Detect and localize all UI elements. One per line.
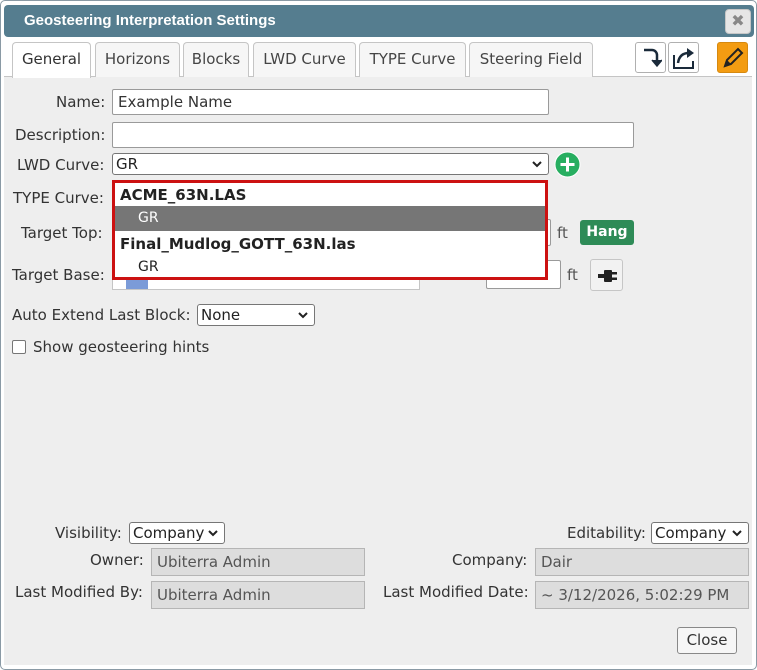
horizon-color-swatch [126, 280, 148, 289]
settings-dialog: Geosteering Interpretation Settings ✖ Ge… [0, 0, 757, 670]
company-label: Company: [452, 551, 528, 569]
auto-extend-value: None [201, 306, 241, 324]
description-label: Description: [15, 126, 106, 144]
chevron-down-icon [208, 530, 218, 537]
editability-select[interactable]: Company [651, 522, 749, 544]
type-curve-label: TYPE Curve: [13, 189, 104, 207]
visibility-value: Company [133, 524, 205, 542]
lwd-curve-label: LWD Curve: [17, 156, 105, 174]
dropdown-option[interactable]: GR [115, 255, 545, 280]
target-base-unit: ft [567, 266, 578, 284]
dialog-titlebar[interactable]: Geosteering Interpretation Settings ✖ [4, 5, 754, 37]
target-top-unit: ft [557, 224, 568, 242]
share-export-icon [673, 48, 694, 69]
auto-extend-label: Auto Extend Last Block: [12, 306, 191, 324]
tab-horizons[interactable]: Horizons [95, 42, 180, 77]
editability-value: Company [655, 524, 727, 542]
name-label: Name: [56, 93, 106, 111]
close-button[interactable]: Close [677, 627, 737, 654]
import-icon [644, 48, 662, 68]
owner-label: Owner: [90, 551, 144, 569]
hang-button[interactable]: Hang [580, 220, 634, 245]
pencil-edit-icon [723, 47, 744, 68]
tab-lwd-curve[interactable]: LWD Curve [253, 42, 356, 77]
hints-checkbox[interactable] [12, 340, 26, 354]
optgroup-label: ACME_63N.LAS [120, 186, 247, 204]
company-field: Dair [535, 548, 749, 576]
hints-label[interactable]: Show geosteering hints [33, 338, 209, 356]
last-modified-date-label: Last Modified Date: [383, 583, 529, 601]
plug-connect-icon [598, 270, 617, 282]
tab-steering-field[interactable]: Steering Field [469, 42, 593, 77]
import-button[interactable] [635, 42, 666, 73]
chevron-down-icon [732, 530, 742, 537]
type-curve-dropdown-list[interactable]: ACME_63N.LAS GR Final_Mudlog_GOTT_63N.la… [112, 180, 548, 280]
visibility-select[interactable]: Company [129, 522, 225, 544]
tab-general[interactable]: General [12, 42, 91, 78]
optgroup-label: Final_Mudlog_GOTT_63N.las [120, 235, 356, 253]
chevron-down-icon [532, 161, 542, 168]
edit-button[interactable] [717, 42, 748, 73]
close-icon[interactable]: ✖ [725, 9, 751, 34]
chevron-down-icon [298, 312, 308, 319]
visibility-label: Visibility: [55, 524, 122, 542]
last-modified-by-field: Ubiterra Admin [151, 581, 365, 609]
lwd-curve-value: GR [116, 155, 139, 173]
tab-type-curve[interactable]: TYPE Curve [359, 42, 466, 77]
editability-label: Editability: [567, 524, 646, 542]
name-input[interactable]: Example Name [112, 89, 549, 115]
target-top-label: Target Top: [21, 224, 103, 242]
add-curve-icon[interactable] [554, 151, 581, 178]
dialog-title: Geosteering Interpretation Settings [24, 12, 276, 29]
connect-button[interactable] [590, 259, 623, 291]
owner-field: Ubiterra Admin [151, 548, 365, 576]
auto-extend-select[interactable]: None [197, 304, 315, 326]
last-modified-date-field: ~ 3/12/2026, 5:02:29 PM [535, 581, 749, 609]
dropdown-option[interactable]: GR [115, 206, 545, 231]
export-button[interactable] [668, 42, 699, 73]
target-base-label: Target Base: [12, 266, 105, 284]
lwd-curve-select[interactable]: GR [112, 153, 549, 175]
description-input[interactable] [112, 122, 634, 148]
last-modified-by-label: Last Modified By: [15, 583, 143, 601]
tab-blocks[interactable]: Blocks [183, 42, 249, 77]
